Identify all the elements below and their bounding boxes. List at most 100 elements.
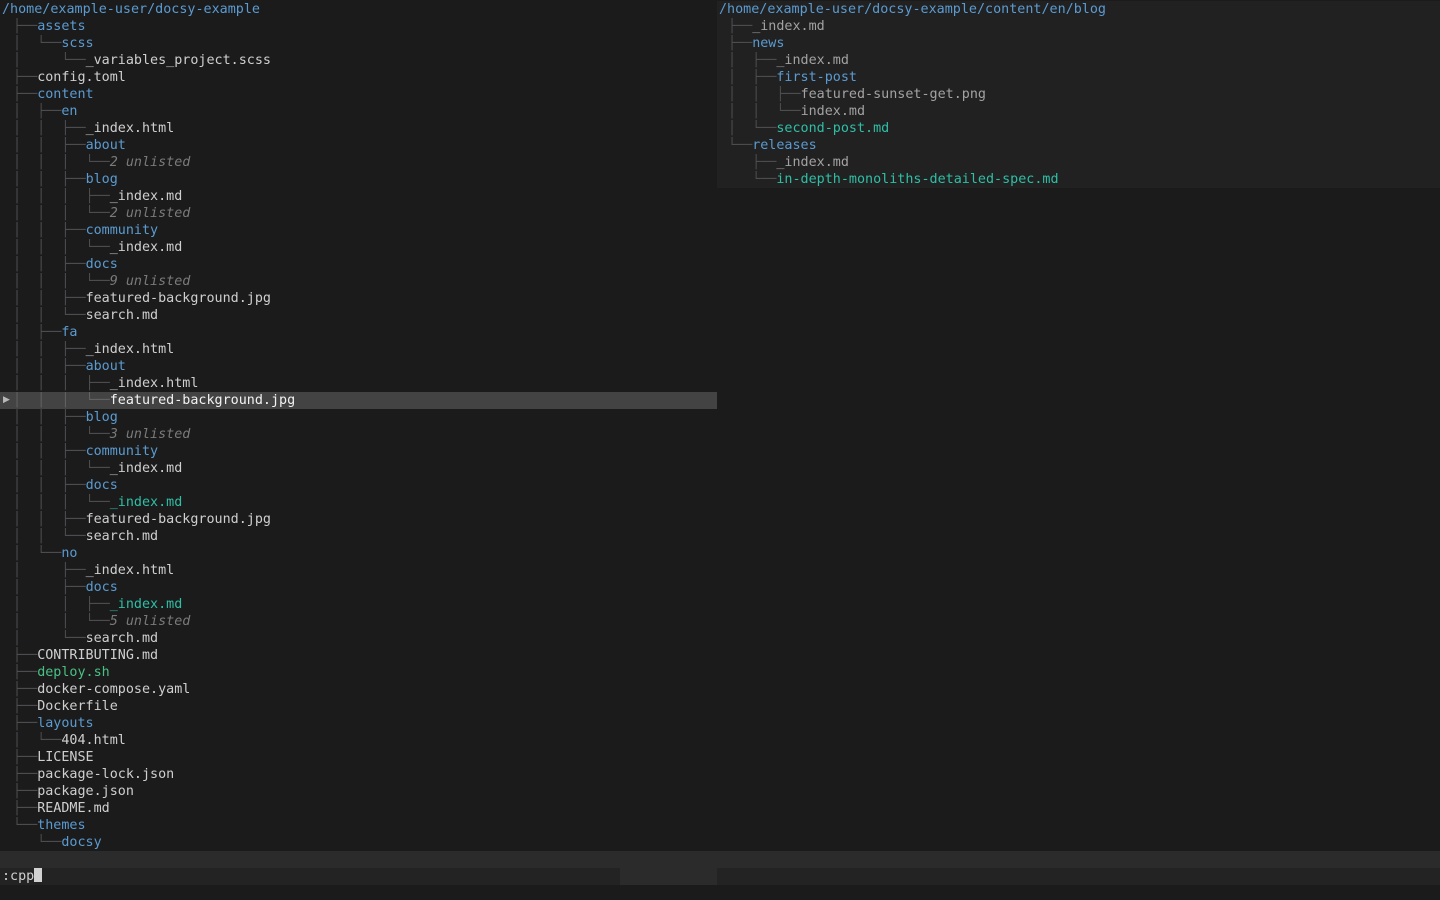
- tree-row[interactable]: ▶│ │ │ └──featured-background.jpg: [0, 392, 717, 409]
- tree-row[interactable]: │ │ ├──community: [0, 222, 717, 239]
- tree-branch: │ │ │ └──: [13, 240, 110, 255]
- tree-row[interactable]: │ └──search.md: [0, 630, 717, 647]
- tree-row[interactable]: │ │ │ └──3 unlisted: [0, 426, 717, 443]
- tree-branch: │ │ │ └──: [13, 393, 110, 408]
- tree-row[interactable]: │ │ ├──about: [0, 358, 717, 375]
- tree-row[interactable]: ├──assets: [0, 18, 717, 35]
- tree-row[interactable]: │ │ ├──blog: [0, 409, 717, 426]
- tree-branch: ├──: [728, 155, 776, 170]
- tree-row[interactable]: │ │ │ └──_index.md: [0, 460, 717, 477]
- entry-name: docs: [86, 257, 118, 272]
- tree-row[interactable]: ├──README.md: [0, 800, 717, 817]
- tree-branch: │ └──: [13, 631, 86, 646]
- tree-row[interactable]: │ │ │ └──9 unlisted: [0, 273, 717, 290]
- entry-name: docs: [86, 478, 118, 493]
- tree-row[interactable]: ├──news: [717, 35, 1440, 52]
- tree-row[interactable]: │ │ │ └──2 unlisted: [0, 154, 717, 171]
- panel-flags: h:n gi:y: [620, 868, 717, 885]
- tree-row[interactable]: │ │ ├──about: [0, 137, 717, 154]
- left-tree-rows: ├──assets │ └──scss │ └──_variables_proj…: [0, 18, 717, 851]
- entry-name: about: [86, 359, 126, 374]
- tree-branch: │ └──: [13, 546, 61, 561]
- tree-row[interactable]: ├──_index.md: [717, 154, 1440, 171]
- tree-row[interactable]: │ │ ├──featured-sunset-get.png: [717, 86, 1440, 103]
- tree-row[interactable]: │ │ ├──featured-background.jpg: [0, 511, 717, 528]
- tree-row[interactable]: │ └──no: [0, 545, 717, 562]
- tree-row[interactable]: │ └──second-post.md: [717, 120, 1440, 137]
- tree-row[interactable]: │ │ ├──featured-background.jpg: [0, 290, 717, 307]
- entry-name: _index.html: [110, 376, 199, 391]
- tree-branch: ├──: [13, 767, 37, 782]
- tree-row[interactable]: │ │ └──index.md: [717, 103, 1440, 120]
- tree-branch: │ │ ├──: [13, 121, 86, 136]
- tree-row[interactable]: ├──Dockerfile: [0, 698, 717, 715]
- entry-name: content: [37, 87, 93, 102]
- tree-branch: │ │ ├──: [13, 359, 86, 374]
- tree-row[interactable]: ├──layouts: [0, 715, 717, 732]
- entry-name: 404.html: [61, 733, 126, 748]
- tree-branch: │ │ │ └──: [13, 155, 110, 170]
- tree-row[interactable]: └──in-depth-monoliths-detailed-spec.md: [717, 171, 1440, 188]
- tree-branch: │ │ ├──: [13, 512, 86, 527]
- tree-row[interactable]: │ └──scss: [0, 35, 717, 52]
- tree-row[interactable]: └──releases: [717, 137, 1440, 154]
- entry-name: scss: [61, 36, 93, 51]
- status-bar: Hit enter to copy_to_panel : cp -r /home…: [0, 851, 1440, 868]
- tree-row[interactable]: │ │ │ └──_index.md: [0, 239, 717, 256]
- tree-row[interactable]: │ │ ├──_index.html: [0, 120, 717, 137]
- tree-branch: ├──: [13, 648, 37, 663]
- tree-branch: │ │ └──: [13, 308, 86, 323]
- entry-name: _index.html: [86, 563, 175, 578]
- tree-branch: │ │ │ ├──: [13, 189, 110, 204]
- tree-branch: │ ├──: [728, 53, 776, 68]
- tree-row[interactable]: │ │ ├──_index.md: [0, 596, 717, 613]
- tree-branch: ├──: [728, 36, 752, 51]
- tree-branch: │ │ ├──: [13, 342, 86, 357]
- tree-row[interactable]: │ ├──_index.html: [0, 562, 717, 579]
- tree-row[interactable]: ├──package.json: [0, 783, 717, 800]
- tree-row[interactable]: ├──package-lock.json: [0, 766, 717, 783]
- tree-row[interactable]: │ ├──fa: [0, 324, 717, 341]
- tree-row[interactable]: │ │ └──search.md: [0, 307, 717, 324]
- tree-row[interactable]: ├──config.toml: [0, 69, 717, 86]
- tree-row[interactable]: │ │ ├──community: [0, 443, 717, 460]
- tree-row[interactable]: │ └──_variables_project.scss: [0, 52, 717, 69]
- tree-row[interactable]: │ │ ├──docs: [0, 477, 717, 494]
- tree-row[interactable]: │ │ │ └──2 unlisted: [0, 205, 717, 222]
- right-tree-panel: /home/example-user/docsy-example/content…: [717, 1, 1440, 188]
- tree-row[interactable]: │ │ └──search.md: [0, 528, 717, 545]
- tree-row[interactable]: │ │ ├──docs: [0, 256, 717, 273]
- tree-branch: │ ├──: [13, 104, 61, 119]
- command-input[interactable]: :cpp: [0, 868, 1440, 885]
- entry-name: _index.md: [776, 155, 849, 170]
- entry-name: _index.md: [776, 53, 849, 68]
- tree-row[interactable]: │ └──404.html: [0, 732, 717, 749]
- tree-row[interactable]: ├──content: [0, 86, 717, 103]
- tree-row[interactable]: └──themes: [0, 817, 717, 834]
- tree-row[interactable]: └──docsy: [0, 834, 717, 851]
- tree-row[interactable]: │ │ │ └──_index.md: [0, 494, 717, 511]
- tree-branch: ├──: [13, 750, 37, 765]
- tree-branch: ├──: [13, 784, 37, 799]
- entry-name: second-post.md: [776, 121, 889, 136]
- tree-row[interactable]: │ │ ├──_index.html: [0, 341, 717, 358]
- entry-name: docs: [86, 580, 118, 595]
- tree-branch: │ │ ├──: [13, 444, 86, 459]
- tree-branch: │ └──: [13, 36, 61, 51]
- tree-branch: ├──: [13, 665, 37, 680]
- tree-row[interactable]: ├──docker-compose.yaml: [0, 681, 717, 698]
- tree-row[interactable]: │ ├──_index.md: [717, 52, 1440, 69]
- tree-row[interactable]: ├──_index.md: [717, 18, 1440, 35]
- tree-row[interactable]: │ │ └──5 unlisted: [0, 613, 717, 630]
- tree-row[interactable]: │ │ ├──blog: [0, 171, 717, 188]
- entry-name: featured-background.jpg: [110, 393, 295, 408]
- tree-branch: │ │ └──: [728, 104, 801, 119]
- tree-row[interactable]: │ ├──en: [0, 103, 717, 120]
- tree-row[interactable]: │ │ │ ├──_index.html: [0, 375, 717, 392]
- tree-row[interactable]: │ ├──first-post: [717, 69, 1440, 86]
- tree-row[interactable]: │ │ │ ├──_index.md: [0, 188, 717, 205]
- tree-row[interactable]: ├──deploy.sh: [0, 664, 717, 681]
- tree-row[interactable]: ├──CONTRIBUTING.md: [0, 647, 717, 664]
- tree-row[interactable]: ├──LICENSE: [0, 749, 717, 766]
- tree-row[interactable]: │ ├──docs: [0, 579, 717, 596]
